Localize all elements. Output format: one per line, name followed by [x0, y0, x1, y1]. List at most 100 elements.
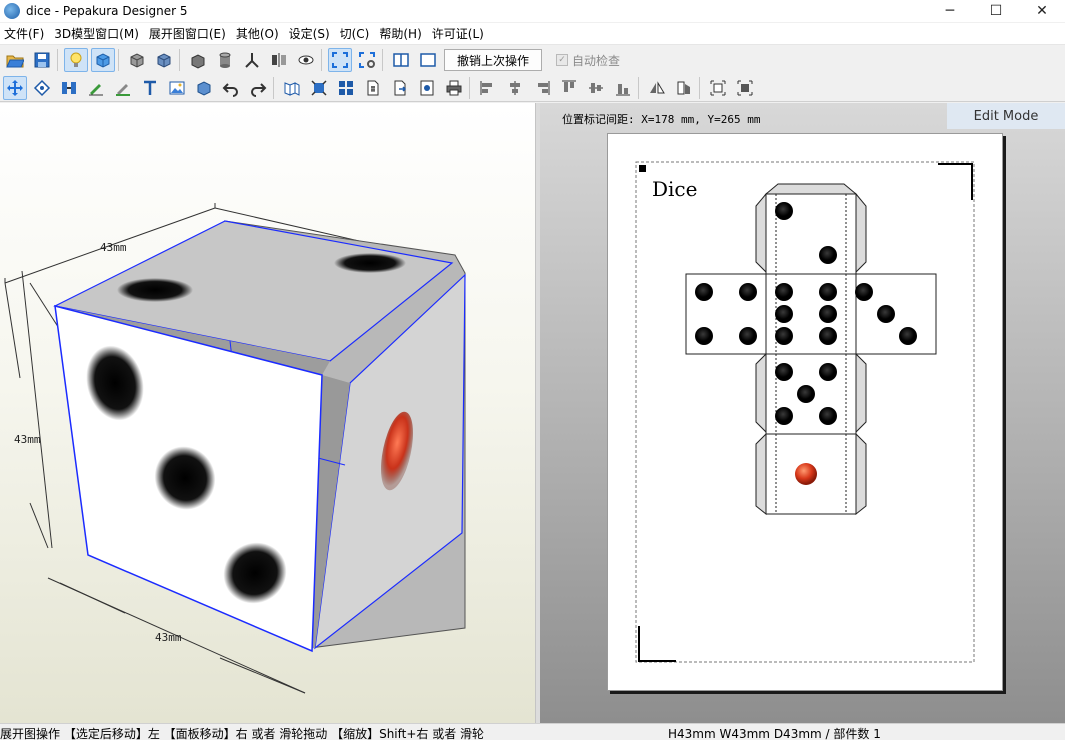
numbers-icon[interactable] — [361, 76, 385, 100]
settings-print-icon[interactable] — [415, 76, 439, 100]
toolbar-separator — [179, 49, 180, 71]
sheet-title: Dice — [652, 177, 697, 201]
mirror-icon[interactable] — [267, 48, 291, 72]
minimize-button[interactable]: ─ — [927, 0, 973, 22]
window-title: dice - Pepakura Designer 5 — [26, 4, 188, 18]
align-top-icon[interactable] — [557, 76, 581, 100]
unfold-icon[interactable] — [280, 76, 304, 100]
dim-label-bottom: 43mm — [155, 631, 182, 644]
net-pip — [739, 327, 757, 345]
rotate-icon[interactable] — [30, 76, 54, 100]
net-pip — [797, 385, 815, 403]
net-pip — [855, 283, 873, 301]
paper-sheet[interactable]: Dice — [607, 133, 1003, 691]
select-all-icon[interactable] — [328, 48, 352, 72]
toolbar-separator — [321, 49, 322, 71]
cylinder-icon[interactable] — [213, 48, 237, 72]
single-view-icon[interactable] — [416, 48, 440, 72]
split-view-icon[interactable] — [389, 48, 413, 72]
net-pip — [819, 327, 837, 345]
dice-3d-canvas[interactable]: 43mm 43mm 43mm — [0, 103, 535, 723]
auto-check-label: 自动检查 — [572, 53, 621, 68]
dim-label-top: 43mm — [100, 241, 127, 254]
axis-icon[interactable] — [240, 48, 264, 72]
dice-net-canvas[interactable]: Dice — [608, 134, 1004, 692]
bulb-icon[interactable] — [64, 48, 88, 72]
app-window: dice - Pepakura Designer 5 ─ ☐ ✕ 文件(F) 3… — [0, 0, 1065, 740]
grid-icon[interactable] — [334, 76, 358, 100]
print-icon[interactable] — [442, 76, 466, 100]
status-dimensions: H43mm W43mm D43mm / 部件数 1 — [668, 727, 881, 740]
menu-bar: 文件(F) 3D模型窗口(M) 展开图窗口(E) 其他(O) 设定(S) 切(C… — [0, 23, 1065, 45]
flip-v-icon[interactable] — [672, 76, 696, 100]
text-icon[interactable] — [138, 76, 162, 100]
menu-file[interactable]: 文件(F) — [4, 25, 50, 42]
menu-cut[interactable]: 切(C) — [340, 25, 376, 42]
net-pip — [819, 283, 837, 301]
open-icon[interactable] — [3, 48, 27, 72]
menu-help[interactable]: 帮助(H) — [379, 25, 427, 42]
net-pip — [775, 327, 793, 345]
toolbar-separator — [273, 76, 274, 99]
export-icon[interactable] — [388, 76, 412, 100]
status-help-text: 展开图操作 【选定后移动】左 【面板移动】右 或者 滑轮拖动 【缩放】Shift… — [0, 727, 485, 740]
box-3d-icon[interactable] — [192, 76, 216, 100]
align-right-icon[interactable] — [530, 76, 554, 100]
flip-h-icon[interactable] — [645, 76, 669, 100]
arrange-all-icon[interactable] — [733, 76, 757, 100]
toolbar-separator — [382, 49, 383, 71]
main-toolbar: 撤销上次操作 ✓ 自动检查 — [0, 46, 1065, 74]
align-left-icon[interactable] — [476, 76, 500, 100]
move-icon[interactable] — [3, 75, 27, 100]
auto-check-toggle[interactable]: ✓ 自动检查 — [556, 52, 620, 69]
align-middle-icon[interactable] — [584, 76, 608, 100]
toolbar-separator — [118, 49, 119, 71]
edit-mode-badge[interactable]: Edit Mode — [947, 103, 1065, 129]
close-button[interactable]: ✕ — [1019, 0, 1065, 22]
redo-icon[interactable] — [246, 76, 270, 100]
menu-other[interactable]: 其他(O) — [236, 25, 285, 42]
menu-3d-window[interactable]: 3D模型窗口(M) — [54, 25, 145, 42]
dim-label-left: 43mm — [14, 433, 41, 446]
toolbar-separator — [57, 49, 58, 71]
join-icon[interactable] — [57, 76, 81, 100]
eye-icon[interactable] — [294, 48, 318, 72]
corner-mark-tr — [938, 163, 973, 200]
image-icon[interactable] — [165, 76, 189, 100]
select-settings-icon[interactable] — [355, 48, 379, 72]
corner-mark-bl — [638, 626, 676, 662]
pip-top-2 — [334, 253, 406, 273]
box-icon[interactable] — [186, 48, 210, 72]
cube-rotate-icon[interactable] — [152, 48, 176, 72]
menu-license[interactable]: 许可证(L) — [432, 25, 490, 42]
net-pip — [899, 327, 917, 345]
menu-unfold-window[interactable]: 展开图窗口(E) — [149, 25, 232, 42]
unfold-2d-view[interactable]: 位置标记间距: X=178 mm, Y=265 mm Edit Mode Dic… — [540, 103, 1065, 723]
align-center-icon[interactable] — [503, 76, 527, 100]
align-bottom-icon[interactable] — [611, 76, 635, 100]
net-pip — [819, 363, 837, 381]
maximize-button[interactable]: ☐ — [973, 0, 1019, 22]
title-bar: dice - Pepakura Designer 5 ─ ☐ ✕ — [0, 0, 1065, 22]
menu-settings[interactable]: 设定(S) — [289, 25, 336, 42]
undo-icon[interactable] — [219, 76, 243, 100]
net-pip — [775, 363, 793, 381]
undo-last-action-button[interactable]: 撤销上次操作 — [444, 49, 543, 71]
edit-toolbar — [0, 74, 1065, 102]
net-pip — [775, 305, 793, 323]
view3d-icon[interactable] — [91, 48, 115, 72]
toolbar-separator — [469, 76, 470, 99]
cube-move-icon[interactable] — [125, 48, 149, 72]
model-3d-view[interactable]: 43mm 43mm 43mm — [0, 103, 535, 723]
arrange-icon[interactable] — [706, 76, 730, 100]
auto-check-checkbox[interactable]: ✓ — [556, 54, 569, 66]
registration-mark — [639, 165, 646, 172]
save-icon[interactable] — [30, 48, 54, 72]
net-pip — [819, 246, 837, 264]
app-logo-icon — [4, 3, 20, 19]
pencil-icon[interactable] — [84, 76, 108, 100]
position-mark-spacing: 位置标记间距: X=178 mm, Y=265 mm — [562, 113, 761, 126]
fold-icon[interactable] — [111, 76, 135, 100]
net-pip — [739, 283, 757, 301]
fit-icon[interactable] — [307, 76, 331, 100]
